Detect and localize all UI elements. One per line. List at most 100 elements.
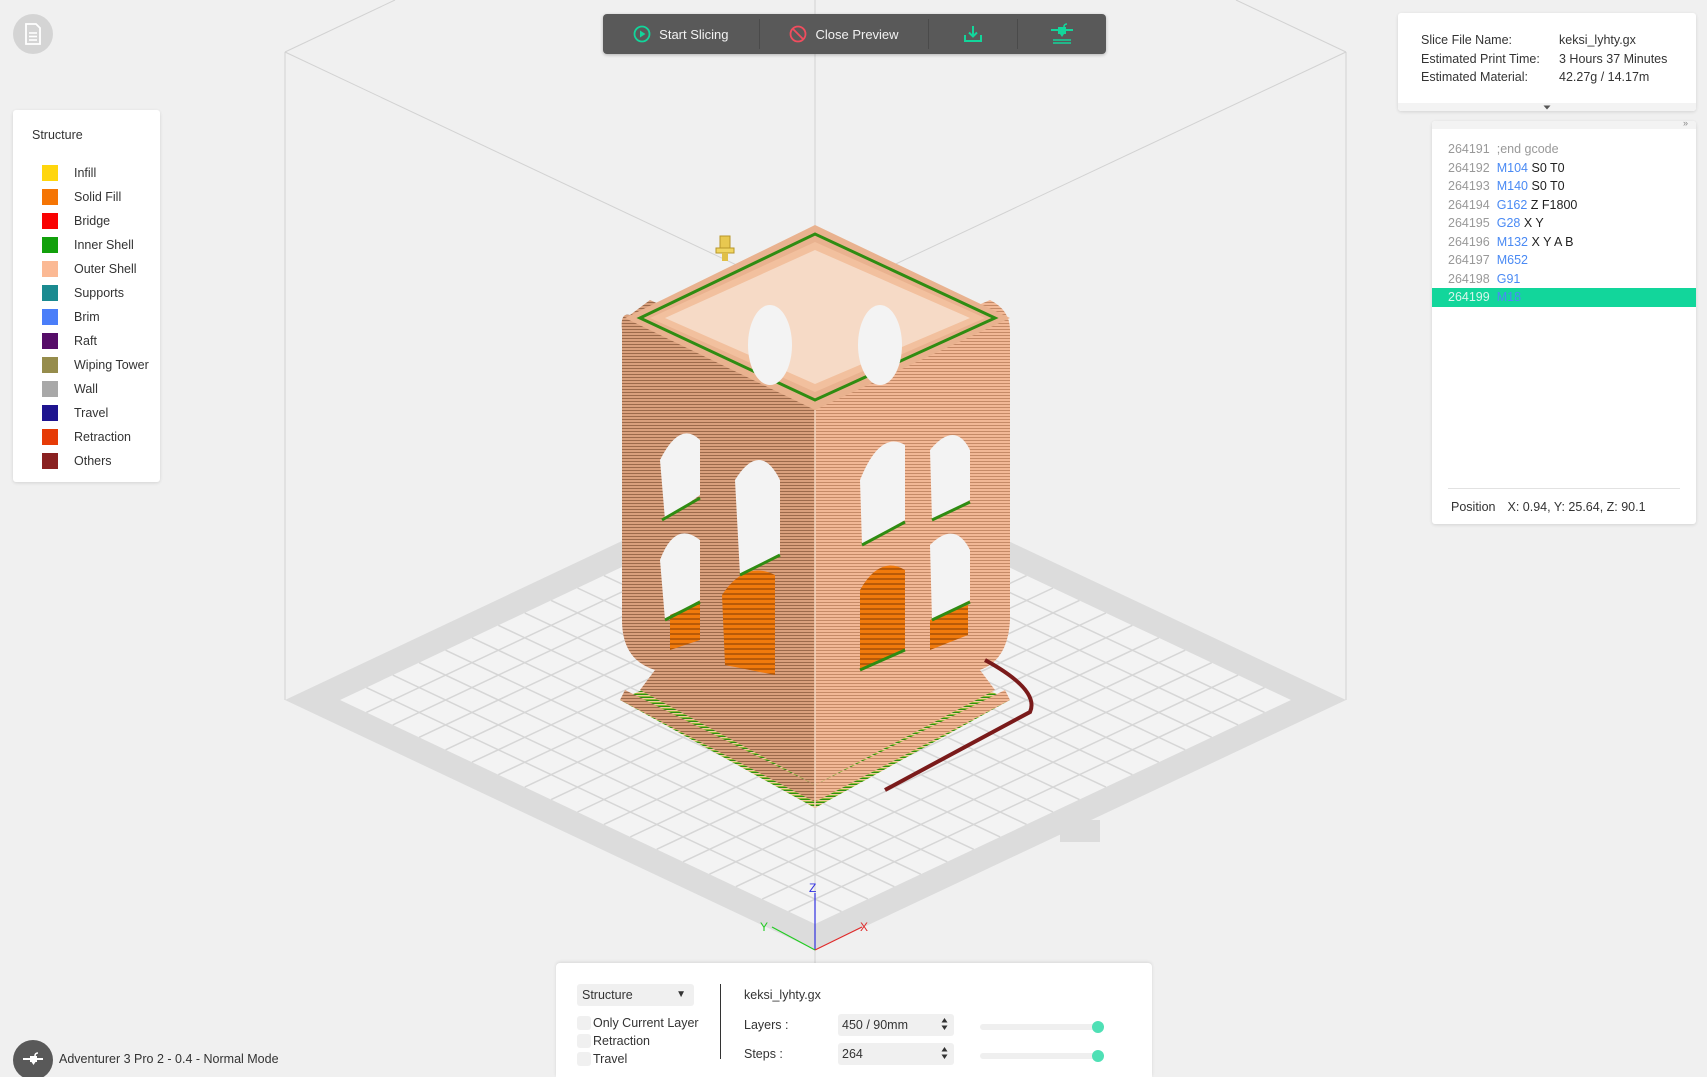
legend-label: Others: [74, 454, 112, 468]
top-toolbar: Start Slicing Close Preview: [603, 14, 1106, 54]
position-label: Position: [1451, 499, 1496, 514]
legend-swatch: [42, 429, 58, 445]
gcode-line-current[interactable]: 264199 M18: [1432, 288, 1696, 307]
nozzle-indicator: [715, 235, 735, 261]
gcode-line[interactable]: 264198 G91: [1432, 270, 1696, 289]
view-mode-select[interactable]: Structure ▼: [577, 984, 694, 1006]
info-row: Estimated Print Time: 3 Hours 37 Minutes: [1421, 50, 1696, 69]
checkbox-box[interactable]: [577, 1052, 591, 1066]
info-key: Estimated Material:: [1421, 70, 1528, 84]
gcode-panel: » 264191 ;end gcode 264192 M104 S0 T0 264193…: [1432, 118, 1696, 524]
legend-item-wall: Wall: [31, 377, 160, 401]
spin-arrows-icon[interactable]: [941, 1017, 948, 1031]
view-mode-value: Structure: [582, 988, 633, 1002]
legend-item-retraction: Retraction: [31, 425, 160, 449]
model-file-name: keksi_lyhty.gx: [744, 988, 821, 1002]
file-menu-button[interactable]: [13, 14, 53, 54]
travel-checkbox[interactable]: Travel: [577, 1052, 627, 1066]
axis-y-label: Y: [760, 920, 768, 934]
gcode-command: M104: [1496, 160, 1528, 175]
layers-value: 450 / 90mm: [842, 1018, 909, 1032]
close-preview-button[interactable]: Close Preview: [760, 14, 929, 54]
info-collapse-toggle[interactable]: [1398, 103, 1696, 111]
gcode-command: G28: [1496, 216, 1521, 230]
gcode-line-number: 264199: [1448, 290, 1490, 304]
gcode-line[interactable]: 264196 M132 X Y A B: [1432, 233, 1696, 252]
legend-swatch: [42, 381, 58, 397]
gcode-command: M18: [1496, 290, 1522, 304]
legend-title: Structure: [32, 128, 83, 142]
layers-slider-thumb[interactable]: [1092, 1021, 1104, 1033]
gcode-args: X Y: [1523, 216, 1544, 230]
slice-info-panel: Slice File Name: keksi_lyhty.gx Estimated …: [1398, 13, 1696, 111]
dropdown-arrow-icon: ▼: [676, 989, 686, 1000]
legend-item-others: Others: [31, 449, 160, 473]
legend-label: Solid Fill: [74, 190, 122, 204]
steps-slider[interactable]: [980, 1050, 1104, 1062]
retraction-checkbox[interactable]: Retraction: [577, 1034, 650, 1048]
legend-item-infill: Infill: [31, 161, 160, 185]
gcode-command: ;end gcode: [1496, 142, 1559, 156]
document-icon: [25, 23, 41, 45]
gcode-line[interactable]: 264193 M140 S0 T0: [1432, 177, 1696, 196]
legend-label: Infill: [74, 166, 97, 180]
sliced-model-preview[interactable]: [620, 225, 1034, 808]
legend-label: Outer Shell: [74, 262, 137, 276]
legend-label: Travel: [74, 406, 109, 420]
info-value: keksi_lyhty.gx: [1559, 33, 1636, 47]
legend-label: Brim: [74, 310, 100, 324]
send-to-printer-button[interactable]: [1018, 14, 1106, 54]
layers-slider[interactable]: [980, 1021, 1104, 1033]
printer-status-label: Adventurer 3 Pro 2 - 0.4 - Normal Mode: [59, 1052, 279, 1066]
info-row: Estimated Material: 42.27g / 14.17m: [1421, 68, 1696, 87]
gcode-args: S0 T0: [1531, 160, 1565, 175]
gcode-line[interactable]: 264192 M104 S0 T0: [1432, 159, 1696, 178]
start-slicing-button[interactable]: Start Slicing: [603, 14, 759, 54]
gcode-line[interactable]: 264191 ;end gcode: [1432, 140, 1696, 159]
checkbox-box[interactable]: [577, 1016, 591, 1030]
export-gcode-button[interactable]: [929, 14, 1017, 54]
position-value: X: 0.94, Y: 25.64, Z: 90.1: [1507, 499, 1646, 514]
legend-item-brim: Brim: [31, 305, 160, 329]
checkbox-label: Only Current Layer: [593, 1016, 699, 1030]
structure-legend: Structure Infill Solid Fill Bridge Inner Sh…: [13, 110, 160, 482]
legend-swatch: [42, 213, 58, 229]
close-preview-label: Close Preview: [815, 26, 899, 42]
legend-item-travel: Travel: [31, 401, 160, 425]
info-row: Slice File Name: keksi_lyhty.gx: [1421, 31, 1696, 50]
checkbox-box[interactable]: [577, 1034, 591, 1048]
legend-item-wiping-tower: Wiping Tower: [31, 353, 160, 377]
legend-swatch: [42, 453, 58, 469]
legend-item-raft: Raft: [31, 329, 160, 353]
info-key: Estimated Print Time:: [1421, 51, 1540, 66]
gcode-line[interactable]: 264197 M652: [1432, 251, 1696, 270]
only-current-layer-checkbox[interactable]: Only Current Layer: [577, 1016, 699, 1030]
caret-down-icon: [1543, 105, 1551, 109]
legend-item-solid-fill: Solid Fill: [31, 185, 160, 209]
gcode-command: G162: [1496, 197, 1528, 212]
gcode-command: G91: [1496, 271, 1521, 286]
gcode-list[interactable]: 264191 ;end gcode 264192 M104 S0 T0 264193 M1…: [1432, 129, 1696, 307]
steps-slider-thumb[interactable]: [1092, 1050, 1104, 1062]
axis-z-label: Z: [809, 881, 816, 895]
printer-select-button[interactable]: [13, 1040, 53, 1077]
collapse-panel-icon[interactable]: »: [1683, 118, 1688, 128]
preview-control-panel: Structure ▼ Only Current Layer Retractio…: [556, 963, 1152, 1077]
steps-spinbox[interactable]: 264: [838, 1043, 954, 1065]
gcode-line-number: 264193: [1448, 179, 1490, 193]
legend-label: Supports: [74, 286, 125, 300]
legend-item-outer-shell: Outer Shell: [31, 257, 160, 281]
legend-label: Raft: [74, 334, 97, 348]
info-value: 3 Hours 37 Minutes: [1559, 51, 1668, 66]
legend-swatch: [42, 357, 58, 373]
gcode-line[interactable]: 264195 G28 X Y: [1432, 214, 1696, 233]
gcode-line-number: 264195: [1448, 216, 1490, 230]
gcode-line-number: 264198: [1448, 271, 1490, 286]
gcode-line-number: 264192: [1448, 160, 1490, 175]
legend-swatch: [42, 309, 58, 325]
gcode-line[interactable]: 264194 G162 Z F1800: [1432, 196, 1696, 215]
layers-spinbox[interactable]: 450 / 90mm: [838, 1014, 954, 1036]
legend-item-inner-shell: Inner Shell: [31, 233, 160, 257]
legend-swatch: [42, 261, 58, 277]
spin-arrows-icon[interactable]: [941, 1046, 948, 1060]
